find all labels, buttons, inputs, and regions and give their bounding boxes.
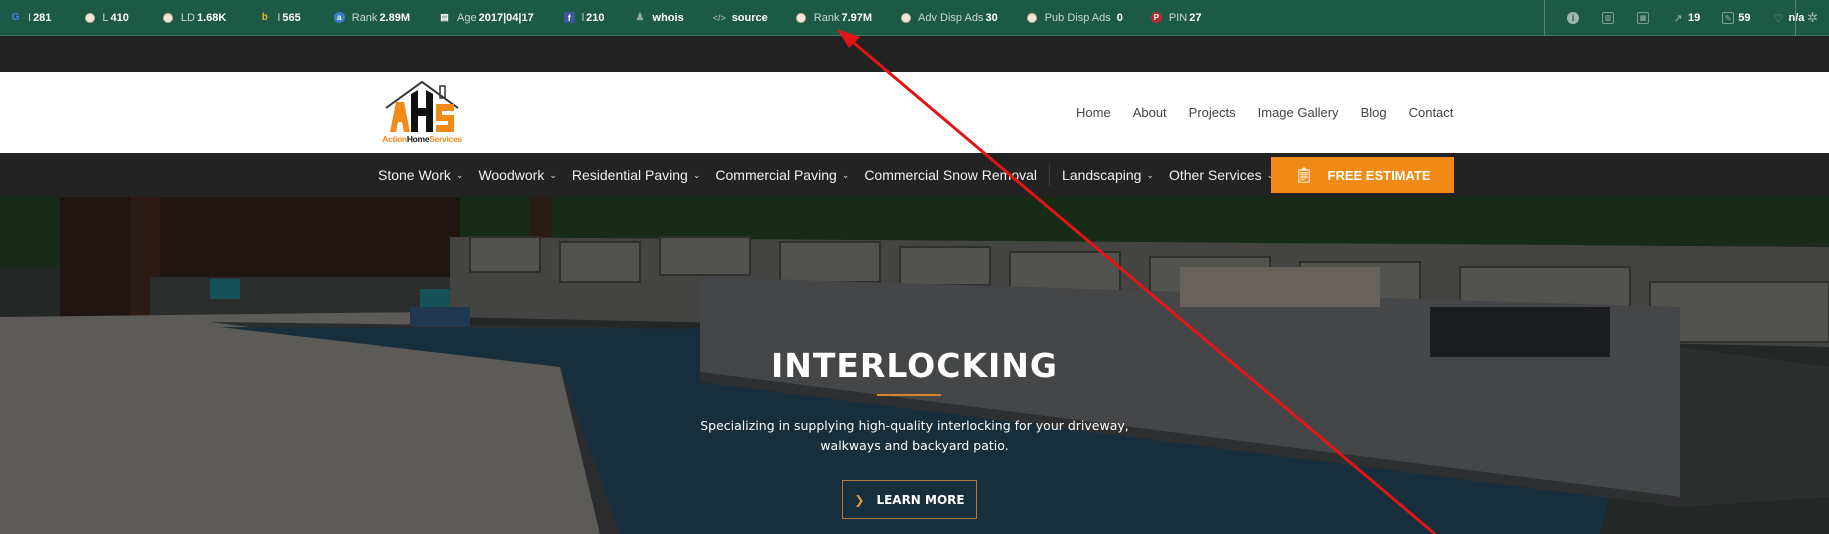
edit-link-icon: ✎: [1722, 12, 1735, 24]
metric-facebook-likes[interactable]: f l 210: [563, 0, 605, 36]
whois-link[interactable]: ♟ whois: [635, 0, 684, 36]
density-icon[interactable]: ▦: [1637, 12, 1649, 24]
chevron-right-icon: ❯: [854, 492, 865, 507]
semrush-icon: [796, 12, 807, 23]
chevron-down-icon: ⌄: [455, 169, 464, 180]
external-links[interactable]: ↗ 19: [1672, 0, 1700, 36]
semrush-icon: [900, 12, 911, 23]
metric-semrush-rank[interactable]: Rank 7.97M: [796, 0, 872, 36]
code-icon: </>: [712, 12, 726, 23]
nav-projects[interactable]: Projects: [1189, 105, 1236, 120]
top-nav: Home About Projects Image Gallery Blog C…: [1076, 72, 1475, 153]
logo-wordmark: ActionHomeServices: [382, 134, 462, 144]
facebook-icon: f: [563, 12, 575, 23]
nav-home[interactable]: Home: [1076, 105, 1111, 120]
site-logo[interactable]: ActionHomeServices: [382, 80, 462, 146]
majestic-icon: [84, 12, 95, 23]
heart-pulse-icon: ♡: [1773, 12, 1784, 25]
google-icon: G: [11, 12, 20, 23]
free-estimate-button[interactable]: 📋︎ FREE ESTIMATE: [1271, 157, 1454, 193]
internal-links[interactable]: ✎ 59: [1722, 0, 1751, 36]
info-icon[interactable]: i: [1567, 12, 1579, 24]
semrush-icon: [1027, 12, 1038, 23]
chevron-down-icon: ⌄: [841, 169, 850, 180]
menu-commercial-paving[interactable]: Commercial Paving ⌄: [715, 167, 849, 183]
majestic-icon: [163, 12, 174, 23]
hero-title-underline: [877, 394, 941, 396]
external-link-icon: ↗: [1673, 12, 1683, 25]
chevron-down-icon: ⌄: [549, 169, 557, 180]
metric-bing-index[interactable]: b I 565: [259, 0, 301, 36]
clipboard-icon: 📋︎: [1294, 167, 1314, 184]
pinterest-icon: P: [1150, 12, 1162, 23]
user-icon: ♟: [635, 12, 645, 23]
metric-domain-age[interactable]: ▤ Age 2017|04|17: [439, 0, 533, 36]
menu-stone-work[interactable]: Stone Work ⌄: [378, 167, 463, 183]
menu-divider: [1049, 164, 1051, 186]
menu-residential-paving[interactable]: Residential Paving ⌄: [572, 167, 701, 183]
nav-blog[interactable]: Blog: [1361, 105, 1387, 120]
nav-image-gallery[interactable]: Image Gallery: [1258, 105, 1339, 120]
source-link[interactable]: </> source: [712, 0, 768, 36]
menu-landscaping[interactable]: Landscaping ⌄: [1062, 167, 1154, 183]
calendar-icon: ▤: [440, 12, 449, 22]
menu-other-services[interactable]: Other Services⌄: [1169, 167, 1274, 183]
settings-gear-icon[interactable]: ✲: [1795, 0, 1829, 36]
menu-commercial-snow-removal[interactable]: Commercial Snow Removal: [864, 167, 1037, 183]
hero-title: INTERLOCKING: [770, 346, 1059, 385]
services-menu: Stone Work ⌄ Woodwork ⌄ Residential Paving…: [0, 153, 1829, 197]
chevron-down-icon: ⌄: [692, 169, 701, 180]
metric-pinterest-pins[interactable]: P PIN 27: [1150, 0, 1201, 36]
seo-toolbar: G I 281 L 410 LD 1.68K b I 565 a Rank 2.…: [0, 0, 1829, 36]
metric-google-index[interactable]: G I 281: [10, 0, 52, 36]
metric-pub-disp-ads[interactable]: Pub Disp Ads 0: [1027, 0, 1123, 36]
house-logo-icon: [385, 80, 459, 132]
learn-more-button[interactable]: ❯ LEARN MORE: [842, 480, 977, 519]
chevron-down-icon: ⌄: [1146, 169, 1154, 180]
metric-alexa-rank[interactable]: a Rank 2.89M: [333, 0, 410, 36]
nav-about[interactable]: About: [1133, 105, 1167, 120]
bing-icon: b: [261, 12, 268, 23]
hero-subtitle: Specializing in supplying high-quality i…: [700, 418, 1129, 453]
page-analysis-icon[interactable]: ▥: [1602, 12, 1614, 24]
seo-toolbar-right: i ▥ ▦ ↗ 19 ✎ 59 ♡ n/a: [1544, 0, 1804, 36]
metric-adv-disp-ads[interactable]: Adv Disp Ads 30: [900, 0, 998, 36]
nav-contact[interactable]: Contact: [1409, 105, 1454, 120]
alexa-icon: a: [333, 12, 345, 23]
metric-majestic-links[interactable]: L 410: [84, 0, 129, 36]
site-header: ActionHomeServices Home About Projects I…: [0, 72, 1829, 153]
metric-majestic-domains[interactable]: LD 1.68K: [163, 0, 226, 36]
top-dark-band: [0, 36, 1829, 72]
menu-woodwork[interactable]: Woodwork ⌄: [478, 167, 556, 183]
